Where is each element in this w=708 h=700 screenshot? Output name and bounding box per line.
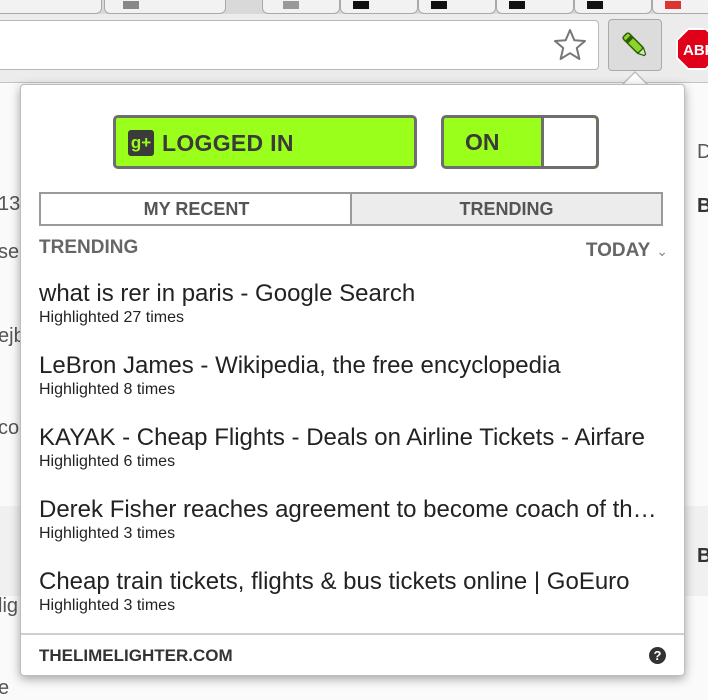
list-item[interactable]: LeBron James - Wikipedia, the free encyc… [39, 351, 667, 423]
item-title[interactable]: Cheap train tickets, flights & bus ticke… [39, 567, 667, 597]
background-text: B [697, 195, 708, 217]
tab-my-recent[interactable]: MY RECENT [39, 192, 352, 226]
item-highlight-count: Highlighted 8 times [39, 381, 176, 398]
section-title: TRENDING [39, 237, 139, 258]
background-text: co [0, 417, 20, 439]
browser-tab[interactable] [574, 0, 652, 14]
google-plus-icon: g+ [128, 130, 154, 156]
tab-favicon-icon [665, 1, 681, 9]
item-title[interactable]: Derek Fisher reaches agreement to become… [39, 495, 667, 525]
highlighter-pen-icon [622, 32, 647, 57]
item-highlight-count: Highlighted 27 times [39, 309, 184, 326]
background-text: lig [0, 595, 19, 617]
login-status-button[interactable]: g+ LOGGED IN [113, 115, 417, 169]
browser-tab[interactable] [496, 0, 574, 14]
list-item[interactable]: KAYAK - Cheap Flights - Deals on Airline… [39, 423, 667, 495]
item-highlight-count: Highlighted 3 times [39, 597, 176, 614]
login-status-label: LOGGED IN [162, 130, 294, 156]
trending-list: what is rer in paris - Google Search Hig… [39, 279, 667, 639]
tab-favicon-icon [283, 1, 299, 9]
period-dropdown[interactable]: TODAY ⌄ [586, 240, 668, 262]
item-title[interactable]: LeBron James - Wikipedia, the free encyc… [39, 351, 667, 381]
background-text: se [0, 241, 20, 263]
limelighter-extension-button[interactable] [608, 19, 662, 71]
tab-strip [0, 0, 708, 14]
browser-tab[interactable] [104, 0, 226, 14]
tab-trending[interactable]: TRENDING [350, 192, 663, 226]
browser-tab[interactable] [418, 0, 496, 14]
item-title[interactable]: KAYAK - Cheap Flights - Deals on Airline… [39, 423, 667, 453]
star-icon[interactable] [552, 27, 588, 63]
period-label: TODAY [585, 240, 651, 261]
chevron-down-icon: ⌄ [656, 243, 668, 259]
browser-tab[interactable] [262, 0, 340, 14]
browser-toolbar: ABP [0, 14, 708, 83]
tab-favicon-icon [123, 1, 139, 9]
list-item[interactable]: Derek Fisher reaches agreement to become… [39, 495, 667, 567]
view-tabs: MY RECENT TRENDING [39, 192, 663, 226]
help-icon[interactable]: ? [649, 647, 666, 664]
browser-tab[interactable] [0, 0, 102, 14]
browser-tab[interactable] [340, 0, 418, 14]
background-text: e [0, 677, 10, 699]
browser-tab[interactable] [652, 0, 708, 14]
tab-favicon-icon [587, 1, 603, 9]
list-item[interactable]: what is rer in paris - Google Search Hig… [39, 279, 667, 351]
list-item[interactable]: Cheap train tickets, flights & bus ticke… [39, 567, 667, 639]
tab-favicon-icon [353, 1, 369, 9]
tab-favicon-icon [509, 1, 525, 9]
address-bar[interactable] [0, 20, 599, 70]
background-text: B [697, 545, 708, 567]
toggle-knob[interactable] [541, 118, 596, 166]
item-title[interactable]: what is rer in paris - Google Search [39, 279, 667, 309]
tab-favicon-icon [431, 1, 447, 9]
site-link[interactable]: THELIMELIGHTER.COM [39, 646, 233, 666]
adblock-label: ABP [683, 42, 708, 59]
adblock-icon[interactable]: ABP [676, 28, 708, 70]
toggle-label: ON [465, 129, 500, 155]
item-highlight-count: Highlighted 6 times [39, 453, 176, 470]
background-text: D [697, 141, 708, 163]
extension-popup: g+ LOGGED IN ON MY RECENT TRENDING TREND… [20, 84, 685, 676]
highlighting-toggle[interactable]: ON [441, 115, 599, 169]
background-text: 13 [0, 193, 21, 215]
item-highlight-count: Highlighted 3 times [39, 525, 176, 542]
footer-divider [21, 633, 684, 635]
